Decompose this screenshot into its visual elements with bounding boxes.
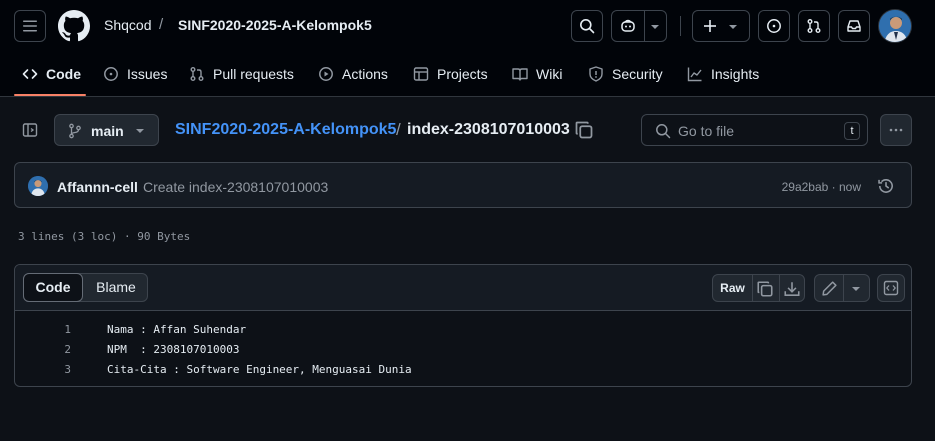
copy-path-icon[interactable] bbox=[574, 120, 594, 140]
play-icon bbox=[319, 67, 333, 81]
copy-icon[interactable] bbox=[756, 280, 774, 298]
tab-issues[interactable]: Issues bbox=[103, 52, 167, 96]
line-text: Nama : Affan Suhendar bbox=[107, 323, 247, 336]
commit-sha-time[interactable]: 29a2bab · now bbox=[782, 180, 861, 194]
commit-author[interactable]: Affannn-cell bbox=[57, 179, 138, 195]
tab-projects[interactable]: Projects bbox=[413, 52, 488, 96]
raw-actions-group: Raw bbox=[712, 274, 805, 302]
tab-security[interactable]: Security bbox=[588, 52, 663, 96]
tab-actions-label: Actions bbox=[342, 66, 388, 82]
active-tab-underline bbox=[14, 94, 86, 96]
search-icon bbox=[580, 19, 595, 34]
tab-insights-label: Insights bbox=[711, 66, 760, 82]
your-pull-requests-button[interactable] bbox=[798, 10, 830, 42]
line-text: Cita-Cita : Software Engineer, Menguasai… bbox=[107, 363, 412, 376]
latest-commit-bar: Affannn-cell Create index-2308107010003 … bbox=[14, 162, 912, 208]
shield-icon bbox=[589, 66, 603, 82]
code-line: 2 NPM : 2308107010003 bbox=[15, 339, 911, 359]
search-icon bbox=[656, 124, 671, 139]
raw-button[interactable]: Raw bbox=[713, 275, 752, 301]
line-text: NPM : 2308107010003 bbox=[107, 343, 240, 356]
tab-security-label: Security bbox=[612, 66, 663, 82]
file-path-filename: index-2308107010003 bbox=[407, 121, 570, 138]
tab-pull-requests-label: Pull requests bbox=[213, 66, 294, 82]
line-number[interactable]: 3 bbox=[15, 363, 71, 376]
code-tab-button[interactable]: Code bbox=[23, 273, 83, 302]
commit-message[interactable]: Create index-2308107010003 bbox=[143, 179, 328, 195]
book-icon bbox=[512, 68, 528, 81]
edit-actions-group bbox=[814, 274, 870, 302]
commit-author-avatar[interactable] bbox=[28, 176, 48, 196]
your-issues-button[interactable] bbox=[758, 10, 790, 42]
issue-opened-icon bbox=[104, 67, 118, 81]
tab-code[interactable]: Code bbox=[22, 52, 81, 96]
code-line: 1 Nama : Affan Suhendar bbox=[15, 319, 911, 339]
branch-selector[interactable]: main bbox=[54, 114, 159, 146]
file-path-separator: / bbox=[396, 120, 401, 139]
inbox-icon bbox=[847, 20, 861, 32]
sidebar-expand-icon bbox=[22, 123, 38, 137]
github-logo-icon[interactable] bbox=[58, 10, 90, 42]
view-mode-toggle: Code Blame bbox=[23, 273, 148, 302]
notifications-button[interactable] bbox=[838, 10, 870, 42]
plus-icon bbox=[704, 20, 716, 32]
avatar-image-icon bbox=[28, 176, 48, 196]
repo-nav: Code Issues Pull requests Actions Projec… bbox=[0, 52, 935, 97]
chevron-down-icon bbox=[729, 25, 737, 29]
menu-button[interactable] bbox=[14, 10, 46, 42]
code-square-icon bbox=[883, 280, 899, 296]
issue-opened-icon bbox=[767, 19, 781, 33]
file-info: 3 lines (3 loc) · 90 Bytes bbox=[18, 230, 191, 243]
git-branch-icon bbox=[69, 123, 81, 139]
download-icon[interactable] bbox=[783, 280, 801, 298]
go-to-file-placeholder: Go to file bbox=[678, 123, 735, 139]
file-tree-toggle-button[interactable] bbox=[14, 114, 46, 146]
code-viewer-toolbar: Code Blame Raw bbox=[15, 265, 911, 311]
more-options-button[interactable] bbox=[880, 114, 912, 146]
line-number[interactable]: 1 bbox=[15, 323, 71, 336]
tab-code-label: Code bbox=[46, 66, 81, 82]
blame-tab-button[interactable]: Blame bbox=[83, 274, 149, 301]
graph-icon bbox=[687, 67, 702, 82]
create-new-button[interactable] bbox=[692, 10, 750, 42]
tab-actions[interactable]: Actions bbox=[318, 52, 388, 96]
go-to-file-input[interactable]: Go to file t bbox=[641, 114, 868, 146]
tab-projects-label: Projects bbox=[437, 66, 488, 82]
chevron-down-icon bbox=[136, 129, 144, 133]
tab-wiki[interactable]: Wiki bbox=[512, 52, 562, 96]
git-pull-request-icon bbox=[190, 67, 204, 81]
branch-name: main bbox=[91, 123, 124, 139]
symbols-panel-button[interactable] bbox=[877, 274, 905, 302]
breadcrumb-owner[interactable]: Shqcod bbox=[104, 17, 151, 33]
chevron-down-icon[interactable] bbox=[851, 285, 861, 293]
go-to-file-shortcut: t bbox=[844, 122, 860, 140]
history-icon[interactable] bbox=[877, 177, 895, 195]
copilot-button[interactable] bbox=[611, 10, 667, 42]
pencil-icon[interactable] bbox=[821, 280, 838, 297]
git-pull-request-icon bbox=[807, 19, 821, 33]
copilot-icon bbox=[621, 19, 635, 32]
code-icon bbox=[22, 69, 38, 79]
kebab-horizontal-icon bbox=[889, 128, 903, 132]
line-number[interactable]: 2 bbox=[15, 343, 71, 356]
code-viewer: Code Blame Raw 1 Nama : Affan Suhendar 2… bbox=[14, 264, 912, 387]
tab-pull-requests[interactable]: Pull requests bbox=[189, 52, 294, 96]
breadcrumb-repo[interactable]: SINF2020-2025-A-Kelompok5 bbox=[178, 17, 372, 33]
avatar-image-icon bbox=[879, 10, 911, 42]
hamburger-icon bbox=[23, 20, 37, 32]
tab-issues-label: Issues bbox=[127, 66, 168, 82]
code-line: 3 Cita-Cita : Software Engineer, Menguas… bbox=[15, 359, 911, 379]
chevron-down-icon[interactable] bbox=[650, 23, 660, 31]
global-header: Shqcod / SINF2020-2025-A-Kelompok5 Code … bbox=[0, 0, 935, 97]
breadcrumb-separator: / bbox=[159, 16, 164, 33]
table-icon bbox=[413, 67, 429, 81]
tab-wiki-label: Wiki bbox=[536, 66, 563, 82]
user-avatar[interactable] bbox=[878, 9, 912, 43]
code-lines: 1 Nama : Affan Suhendar 2 NPM : 23081070… bbox=[15, 319, 911, 379]
tab-insights[interactable]: Insights bbox=[687, 52, 759, 96]
file-path-repo-link[interactable]: SINF2020-2025-A-Kelompok5 bbox=[175, 121, 396, 139]
search-button[interactable] bbox=[571, 10, 603, 42]
